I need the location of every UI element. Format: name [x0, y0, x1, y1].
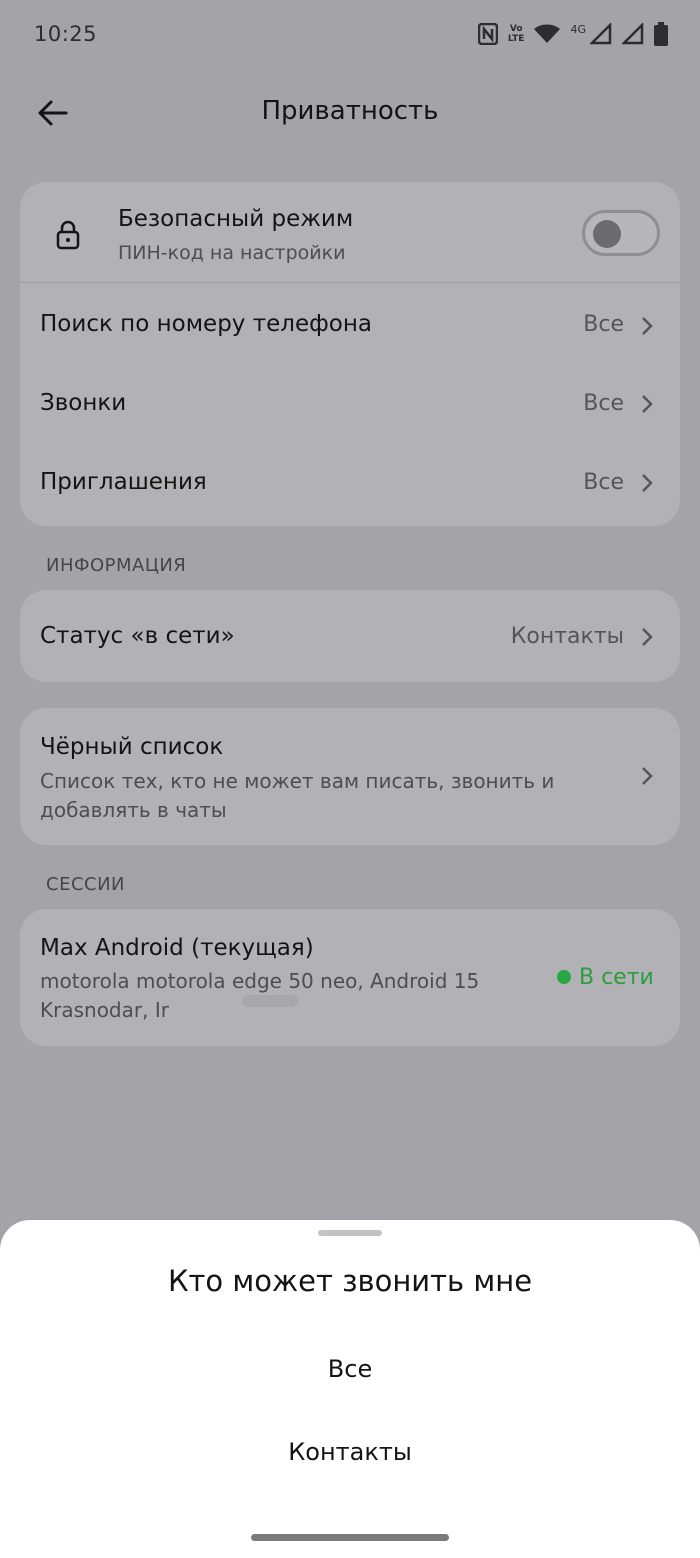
- online-dot-icon: [557, 970, 571, 984]
- phone-search-label: Поиск по номеру телефона: [40, 311, 372, 337]
- chevron-right-icon: [642, 317, 653, 335]
- invitations-value: Все: [583, 470, 624, 495]
- session-title: Max Android (текущая): [40, 935, 314, 961]
- signal-icon-2: [622, 23, 644, 45]
- chevron-right-icon: [642, 474, 653, 492]
- lock-icon: [56, 220, 80, 250]
- status-time: 10:25: [34, 22, 98, 46]
- sheet-option-all[interactable]: Все: [0, 1355, 700, 1383]
- calls-value: Все: [583, 391, 624, 416]
- session-card[interactable]: Max Android (текущая) motorola motorola …: [20, 909, 680, 1046]
- redaction-smudge: [242, 995, 298, 1007]
- phone-search-row[interactable]: Поиск по номеру телефона Все: [20, 285, 680, 365]
- online-status-value: Контакты: [510, 624, 624, 649]
- volte-bottom: LTE: [507, 34, 525, 44]
- status-icons: Vo LTE 4G: [477, 22, 668, 46]
- blacklist-card[interactable]: Чёрный список Список тех, кто не может в…: [20, 708, 680, 845]
- safe-mode-subtitle: ПИН-код на настройки: [118, 242, 346, 264]
- sheet-option-contacts[interactable]: Контакты: [0, 1438, 700, 1466]
- blacklist-description-line2: добавлять в чаты: [40, 798, 227, 822]
- safe-mode-toggle[interactable]: [582, 210, 660, 256]
- chevron-right-icon: [642, 767, 653, 785]
- phone-search-value: Все: [583, 312, 624, 337]
- blacklist-description-line1: Список тех, кто не может вам писать, зво…: [40, 769, 555, 793]
- sheet-title: Кто может звонить мне: [167, 1264, 533, 1298]
- sheet-drag-handle[interactable]: [318, 1230, 382, 1236]
- section-label-sessions: СЕССИИ: [46, 874, 126, 895]
- bottom-sheet: Кто может звонить мне Все Контакты: [0, 1220, 700, 1558]
- blacklist-title: Чёрный список: [40, 734, 224, 760]
- calls-label: Звонки: [40, 390, 127, 416]
- battery-icon: [654, 22, 668, 46]
- safe-mode-title: Безопасный режим: [118, 206, 354, 232]
- signal-icon: [590, 23, 612, 45]
- invitations-row[interactable]: Приглашения Все: [20, 444, 680, 524]
- nfc-icon: [477, 23, 498, 45]
- chevron-right-icon: [642, 395, 653, 413]
- status-bar: 10:25 Vo LTE 4G: [0, 0, 700, 72]
- info-card: Статус «в сети» Контакты: [20, 590, 680, 682]
- calls-row[interactable]: Звонки Все: [20, 365, 680, 445]
- session-device: motorola motorola edge 50 neo, Android 1…: [40, 969, 480, 993]
- invitations-label: Приглашения: [40, 469, 207, 495]
- safe-mode-row[interactable]: Безопасный режим ПИН-код на настройки: [20, 182, 680, 282]
- network-type: 4G: [570, 22, 586, 36]
- volte-icon: Vo LTE: [508, 24, 525, 44]
- section-label-info: ИНФОРМАЦИЯ: [46, 555, 187, 576]
- page-title: Приватность: [261, 96, 439, 126]
- online-status-row[interactable]: Статус «в сети» Контакты: [20, 590, 680, 682]
- session-location: Krasnodar, Ir: [40, 998, 169, 1022]
- volte-top: Vo: [509, 24, 523, 34]
- toggle-knob: [593, 220, 621, 248]
- divider: [20, 282, 680, 283]
- home-indicator[interactable]: [251, 1534, 449, 1541]
- session-status: В сети: [579, 965, 654, 990]
- online-status-label: Статус «в сети»: [40, 623, 235, 649]
- wifi-icon: [534, 24, 561, 43]
- privacy-card: Безопасный режим ПИН-код на настройки По…: [20, 182, 680, 526]
- chevron-right-icon: [642, 628, 653, 646]
